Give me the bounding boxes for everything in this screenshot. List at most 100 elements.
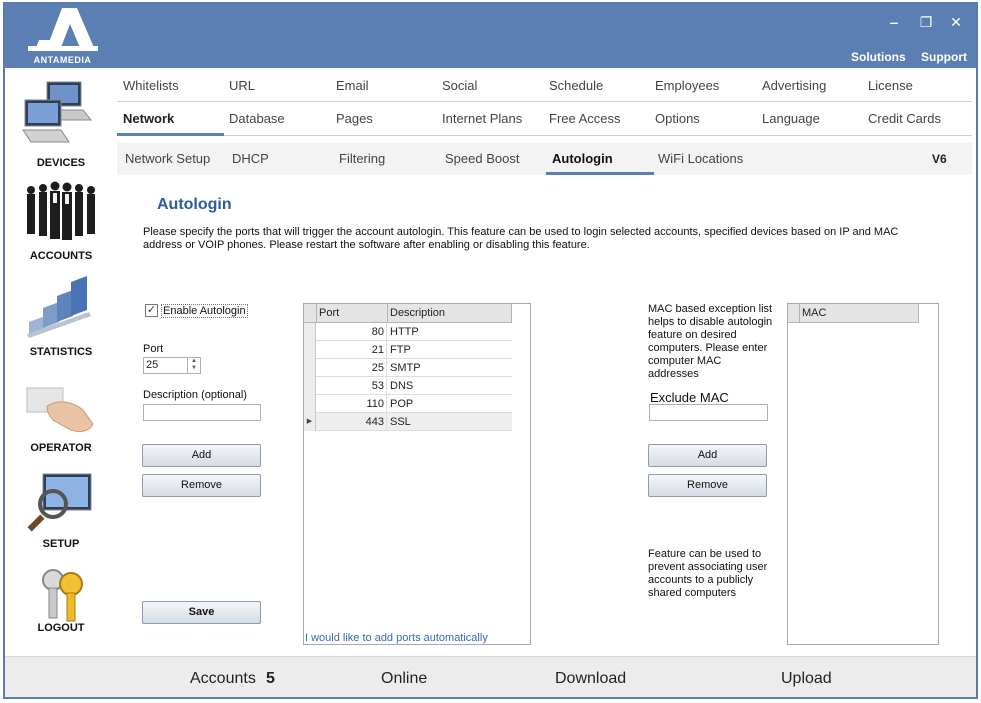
tab-advertising[interactable]: Advertising [762, 78, 826, 93]
status-footer: Accounts 5 Online Download Upload [5, 656, 976, 697]
sidebar-item-devices[interactable]: DEVICES [5, 76, 117, 169]
tab-speed-boost[interactable]: Speed Boost [445, 151, 519, 166]
mac-feature-note: Feature can be used to prevent associati… [648, 548, 768, 599]
sidebar-label-accounts: ACCOUNTS [29, 250, 93, 262]
tab-free-access[interactable]: Free Access [549, 111, 621, 126]
row-selector[interactable] [304, 395, 316, 413]
remove-mac-button[interactable]: Remove [648, 474, 767, 497]
enable-autologin-label[interactable]: Enable Autologin [161, 304, 248, 318]
column-header-mac[interactable]: MAC [800, 304, 919, 323]
tab-filtering[interactable]: Filtering [339, 151, 385, 166]
table-row[interactable]: 110 POP [304, 395, 512, 413]
row-selector[interactable] [304, 341, 316, 359]
tab-email[interactable]: Email [336, 78, 369, 93]
close-button[interactable]: ✕ [947, 14, 965, 31]
description-cell[interactable]: SMTP [388, 359, 512, 377]
tab-wifi-locations[interactable]: WiFi Locations [658, 151, 743, 166]
port-label: Port [143, 343, 164, 355]
sidebar-label-statistics: STATISTICS [29, 346, 93, 358]
tab-database[interactable]: Database [229, 111, 285, 126]
tab-row-secondary: Network Database Pages Internet Plans Fr… [117, 102, 972, 136]
sidebar-label-setup: SETUP [42, 538, 80, 550]
sidebar-label-operator: OPERATOR [30, 442, 92, 454]
port-cell[interactable]: 110 [317, 395, 387, 413]
ports-grid[interactable]: Port Description 80 HTTP 21 FTP 25 SMTP … [303, 303, 531, 645]
row-selector[interactable] [304, 377, 316, 395]
tab-license[interactable]: License [868, 78, 913, 93]
hand-card-icon [26, 387, 94, 432]
port-cell[interactable]: 443 [317, 413, 387, 431]
tab-whitelists[interactable]: Whitelists [123, 78, 179, 93]
table-row[interactable]: 25 SMTP [304, 359, 512, 377]
port-input[interactable]: 25 ▲ ▼ [143, 357, 201, 374]
upload-label: Upload [781, 670, 832, 687]
column-header-port[interactable]: Port [317, 304, 388, 323]
tab-dhcp[interactable]: DHCP [232, 151, 269, 166]
port-cell[interactable]: 53 [317, 377, 387, 395]
minimize-button[interactable]: ‒ [885, 14, 903, 30]
computers-icon [22, 81, 93, 143]
add-ports-automatically-link[interactable]: I would like to add ports automatically [305, 632, 488, 644]
exclude-mac-input[interactable] [649, 404, 768, 421]
accounts-count: 5 [266, 670, 275, 687]
title-bar: ANTAMEDIA ‒ ❐ ✕ Solutions Support [5, 4, 976, 68]
solutions-link[interactable]: Solutions [851, 50, 906, 64]
page-title: Autologin [157, 196, 232, 213]
description-cell[interactable]: DNS [388, 377, 512, 395]
add-mac-button[interactable]: Add [648, 444, 767, 467]
logo-a-icon [28, 8, 98, 51]
description-input[interactable] [143, 404, 261, 421]
app-window: ANTAMEDIA ‒ ❐ ✕ Solutions Support DEVICE… [3, 2, 978, 699]
mac-grid[interactable]: MAC [787, 303, 939, 645]
description-cell[interactable]: SSL [388, 413, 512, 431]
support-link[interactable]: Support [921, 50, 967, 64]
tab-employees[interactable]: Employees [655, 78, 719, 93]
sidebar-item-setup[interactable]: SETUP [5, 468, 117, 552]
ports-grid-corner [304, 304, 317, 323]
tab-autologin[interactable]: Autologin [552, 151, 613, 166]
table-row[interactable]: 80 HTTP [304, 323, 512, 341]
table-row[interactable]: 21 FTP [304, 341, 512, 359]
tab-language[interactable]: Language [762, 111, 820, 126]
port-cell[interactable]: 21 [317, 341, 387, 359]
active-subtab-indicator [546, 172, 654, 175]
tab-schedule[interactable]: Schedule [549, 78, 603, 93]
sidebar-item-logout[interactable]: LOGOUT [5, 562, 117, 642]
port-cell[interactable]: 80 [317, 323, 387, 341]
port-value: 25 [146, 359, 159, 371]
table-row-current[interactable]: ▶ 443 SSL [304, 413, 512, 431]
tab-network[interactable]: Network [123, 111, 174, 126]
tab-social[interactable]: Social [442, 78, 477, 93]
port-stepper[interactable]: ▲ ▼ [187, 358, 200, 373]
tab-url[interactable]: URL [229, 78, 255, 93]
tab-row-primary: Whitelists URL Email Social Schedule Emp… [117, 70, 972, 102]
tab-credit-cards[interactable]: Credit Cards [868, 111, 941, 126]
table-row[interactable]: 53 DNS [304, 377, 512, 395]
description-cell[interactable]: HTTP [388, 323, 512, 341]
tab-internet-plans[interactable]: Internet Plans [442, 111, 522, 126]
description-cell[interactable]: FTP [388, 341, 512, 359]
save-button[interactable]: Save [142, 601, 261, 624]
page-description: Please specify the ports that will trigg… [143, 226, 899, 251]
sidebar-item-statistics[interactable]: STATISTICS [5, 272, 117, 358]
brand-name: ANTAMEDIA [33, 55, 92, 65]
remove-port-button[interactable]: Remove [142, 474, 261, 497]
accounts-label: Accounts [190, 670, 256, 687]
restore-button[interactable]: ❐ [917, 14, 935, 31]
description-cell[interactable]: POP [388, 395, 512, 413]
download-label: Download [555, 670, 627, 687]
sidebar-item-accounts[interactable]: ACCOUNTS [5, 180, 117, 264]
column-header-description[interactable]: Description [388, 304, 512, 323]
tab-network-setup[interactable]: Network Setup [125, 151, 210, 166]
enable-autologin-checkbox[interactable]: ✓ [145, 304, 158, 317]
port-cell[interactable]: 25 [317, 359, 387, 377]
sidebar-item-operator[interactable]: OPERATOR [5, 380, 117, 460]
exclude-mac-label: Exclude MAC [650, 390, 729, 405]
version-label: V6 [932, 152, 947, 166]
row-selector[interactable] [304, 323, 316, 341]
tab-pages[interactable]: Pages [336, 111, 373, 126]
tab-options[interactable]: Options [655, 111, 700, 126]
current-row-indicator-icon[interactable]: ▶ [304, 413, 316, 431]
add-port-button[interactable]: Add [142, 444, 261, 467]
row-selector[interactable] [304, 359, 316, 377]
